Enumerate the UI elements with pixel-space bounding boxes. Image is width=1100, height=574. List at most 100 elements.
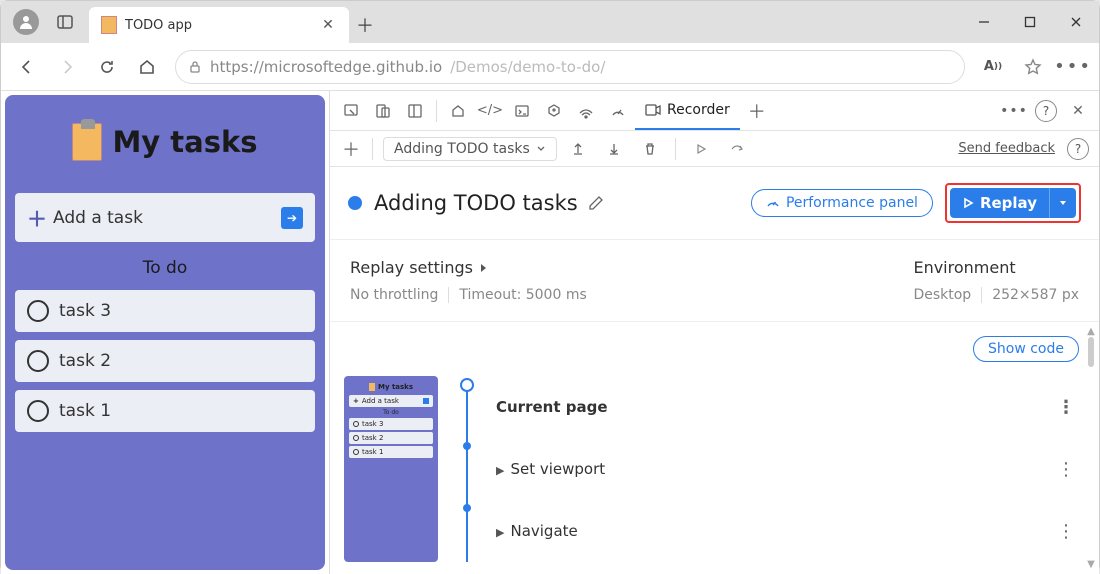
replay-dropdown[interactable] (1049, 188, 1076, 218)
inspect-icon[interactable] (336, 96, 366, 126)
home-button[interactable] (129, 49, 165, 85)
submit-arrow-icon[interactable]: ➔ (281, 207, 303, 229)
forward-button (49, 49, 85, 85)
window-titlebar: TODO app ✕ ＋ (1, 1, 1099, 43)
devtools-tabbar: </> Recorder ＋ ••• ? ✕ (330, 91, 1099, 131)
step-menu-icon[interactable]: ⋮ (1053, 459, 1079, 480)
devtools-panel: </> Recorder ＋ ••• ? ✕ ＋ Adding TODO tas… (329, 91, 1099, 574)
perf-panel-label: Performance panel (786, 195, 918, 211)
console-icon[interactable] (507, 96, 537, 126)
address-bar[interactable]: https://microsoftedge.github.io/Demos/de… (175, 50, 965, 84)
import-icon[interactable] (563, 134, 593, 164)
elements-icon[interactable]: </> (475, 96, 505, 126)
recording-selector[interactable]: Adding TODO tasks (383, 137, 557, 161)
recording-header: Adding TODO tasks Performance panel Repl… (330, 167, 1099, 240)
close-window-button[interactable] (1053, 1, 1099, 43)
scroll-thumb[interactable] (1088, 337, 1094, 367)
replay-button-highlight: Replay (945, 183, 1081, 223)
add-task-input[interactable]: ＋ Add a task ➔ (15, 193, 315, 242)
close-devtools-icon[interactable]: ✕ (1063, 96, 1093, 126)
new-recording-icon[interactable]: ＋ (340, 134, 362, 164)
dock-icon[interactable] (400, 96, 430, 126)
step-navigate[interactable]: ▶Navigate ⋮ (496, 500, 1079, 562)
recording-title: Adding TODO tasks (374, 191, 578, 215)
browser-tab[interactable]: TODO app ✕ (89, 7, 349, 43)
back-button[interactable] (9, 49, 45, 85)
window-controls (961, 1, 1099, 43)
checkbox-icon[interactable] (27, 350, 49, 372)
refresh-button[interactable] (89, 49, 125, 85)
todo-app-panel: My tasks ＋ Add a task ➔ To do task 3 tas… (5, 95, 325, 570)
step-set-viewport[interactable]: ▶Set viewport ⋮ (496, 438, 1079, 500)
checkbox-icon[interactable] (27, 400, 49, 422)
performance-icon[interactable] (603, 96, 633, 126)
task-item[interactable]: task 1 (15, 390, 315, 432)
export-icon[interactable] (599, 134, 629, 164)
app-title: My tasks (112, 125, 257, 159)
task-label: task 1 (59, 401, 111, 421)
replay-label: Replay (980, 194, 1037, 212)
device-icon[interactable] (368, 96, 398, 126)
step-menu-icon[interactable]: ⋮ (1053, 521, 1079, 542)
checkbox-icon[interactable] (27, 300, 49, 322)
clipboard-icon (101, 16, 117, 34)
edit-icon[interactable] (588, 195, 604, 211)
task-item[interactable]: task 2 (15, 340, 315, 382)
network-icon[interactable] (571, 96, 601, 126)
welcome-icon[interactable] (443, 96, 473, 126)
browser-toolbar: https://microsoftedge.github.io/Demos/de… (1, 43, 1099, 91)
recorder-tab-label: Recorder (667, 102, 730, 118)
timeout-value: Timeout: 5000 ms (448, 287, 586, 303)
maximize-button[interactable] (1007, 1, 1053, 43)
lock-icon (188, 60, 202, 74)
close-tab-icon[interactable]: ✕ (319, 16, 337, 34)
replay-settings-row: Replay settings No throttling Timeout: 5… (330, 240, 1099, 322)
recorder-body: Show code My tasks +Add a task To do tas… (330, 322, 1099, 574)
recording-dot-icon (348, 196, 362, 210)
read-aloud-icon[interactable]: A)) (975, 49, 1011, 85)
recorder-toolbar: ＋ Adding TODO tasks Send feedback ? (330, 131, 1099, 167)
page-thumbnail: My tasks +Add a task To do task 3 task 2… (344, 376, 438, 562)
url-path: /Demos/demo-to-do/ (450, 58, 605, 76)
environment-heading: Environment (913, 258, 1079, 277)
env-device: Desktop (913, 287, 971, 303)
task-item[interactable]: task 3 (15, 290, 315, 332)
help-icon[interactable]: ? (1067, 138, 1089, 160)
add-task-label: Add a task (53, 208, 275, 228)
play-icon[interactable] (686, 134, 716, 164)
recorder-tab[interactable]: Recorder (635, 92, 740, 130)
step-icon[interactable] (722, 134, 752, 164)
env-size: 252×587 px (981, 287, 1079, 303)
favorite-icon[interactable] (1015, 49, 1051, 85)
throttling-value: No throttling (350, 287, 438, 303)
tab-label: TODO app (125, 18, 311, 33)
url-host: https://microsoftedge.github.io (210, 58, 442, 76)
sources-icon[interactable] (539, 96, 569, 126)
scrollbar[interactable]: ▲ ▼ (1085, 322, 1097, 574)
more-tools-icon[interactable]: ••• (999, 96, 1029, 126)
more-icon[interactable]: ••• (1055, 49, 1091, 85)
step-current-page[interactable]: Current page ⋮ (496, 376, 1079, 438)
minimize-button[interactable] (961, 1, 1007, 43)
step-menu-icon[interactable]: ⋮ (1053, 397, 1079, 418)
replay-button[interactable]: Replay (950, 188, 1049, 218)
recording-name: Adding TODO tasks (394, 141, 530, 157)
delete-icon[interactable] (635, 134, 665, 164)
show-code-button[interactable]: Show code (973, 336, 1079, 362)
scroll-down-icon[interactable]: ▼ (1087, 559, 1095, 570)
add-tab-icon[interactable]: ＋ (742, 96, 772, 126)
section-label: To do (15, 250, 315, 282)
task-label: task 2 (59, 351, 111, 371)
tab-actions-icon[interactable] (51, 8, 79, 36)
help-icon[interactable]: ? (1031, 96, 1061, 126)
task-label: task 3 (59, 301, 111, 321)
replay-settings-heading[interactable]: Replay settings (350, 258, 587, 277)
scroll-up-icon[interactable]: ▲ (1087, 326, 1095, 337)
new-tab-button[interactable]: ＋ (349, 7, 381, 43)
clipboard-icon (72, 123, 102, 161)
plus-icon: ＋ (27, 203, 47, 232)
send-feedback-link[interactable]: Send feedback (958, 141, 1055, 156)
profile-avatar-icon[interactable] (13, 9, 39, 35)
performance-panel-button[interactable]: Performance panel (751, 189, 933, 217)
timeline-track (452, 376, 482, 562)
